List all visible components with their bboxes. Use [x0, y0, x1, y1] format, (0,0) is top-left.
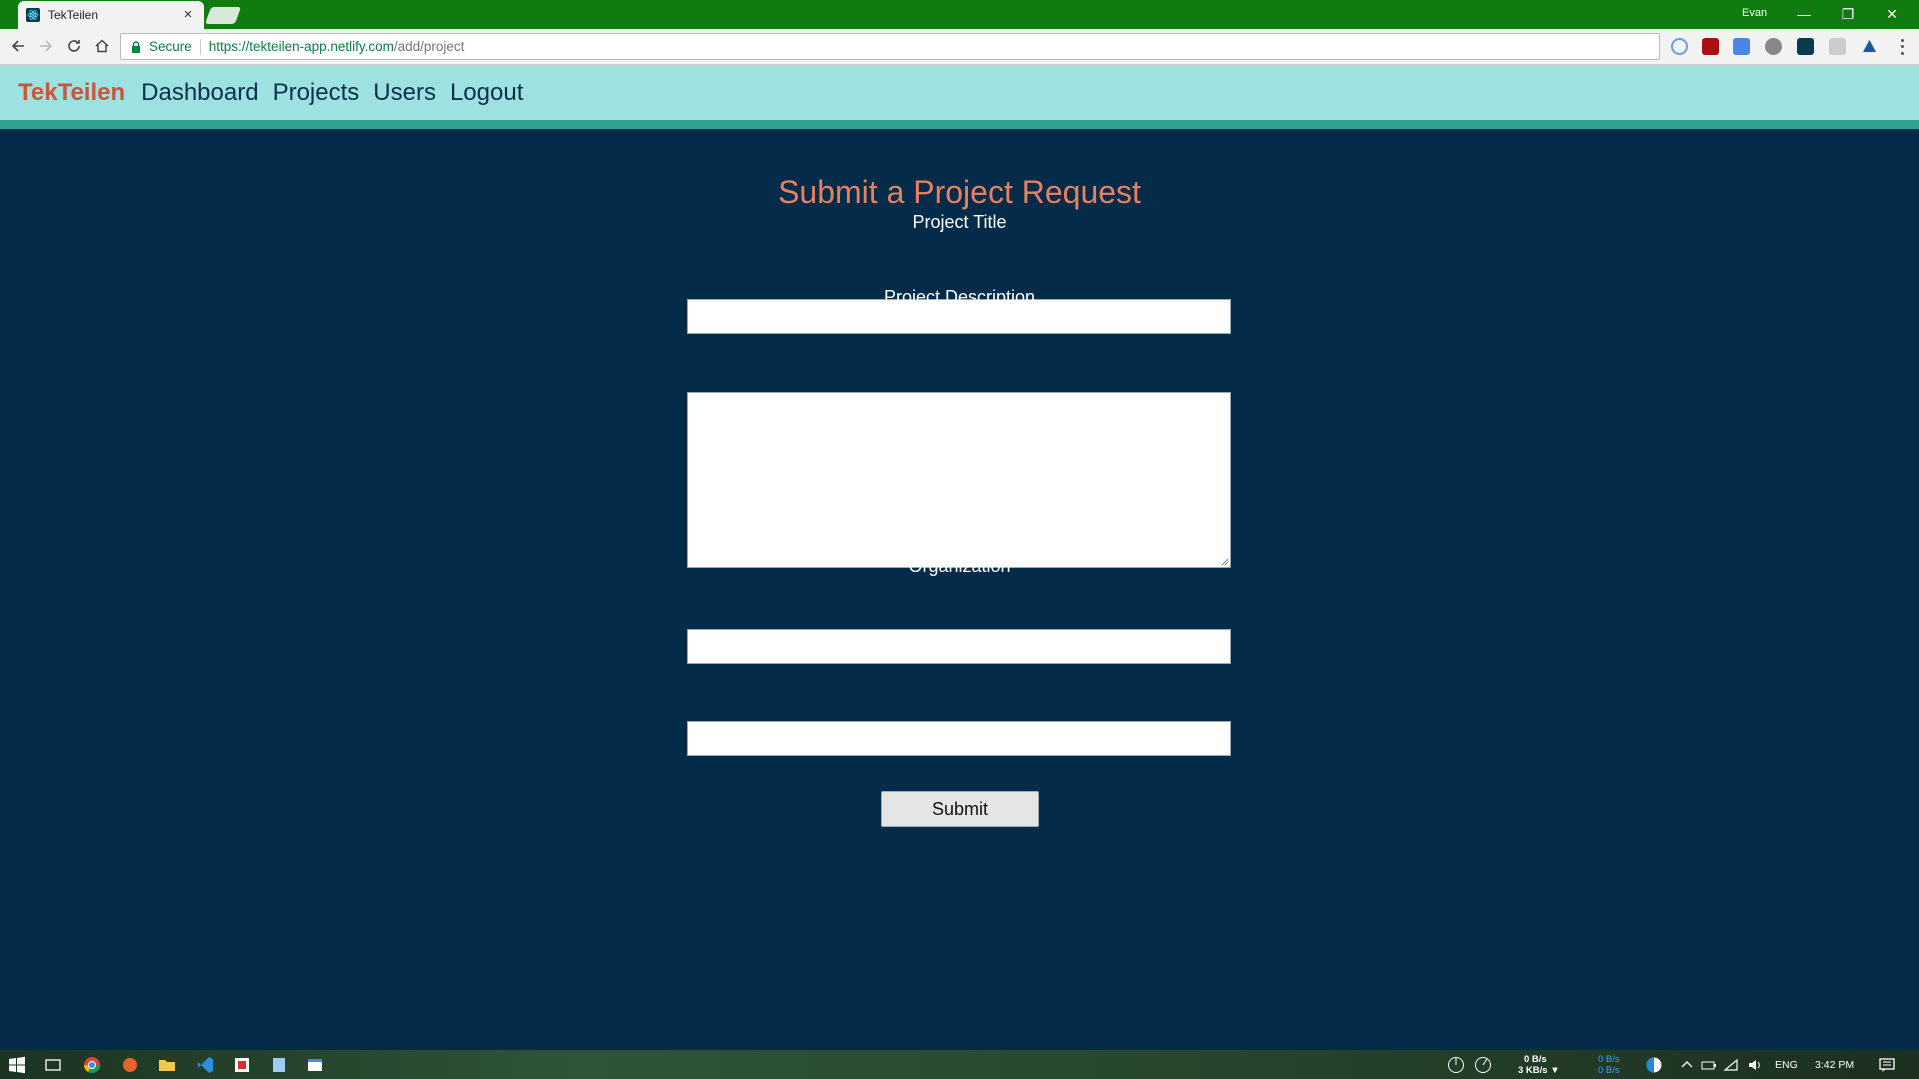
extension-triangle-icon[interactable]	[1861, 38, 1878, 55]
extension-grey-icon[interactable]	[1829, 38, 1846, 55]
address-bar[interactable]: Secure https://tekteilen-app.netlify.com…	[120, 33, 1660, 60]
profile-name[interactable]: Evan	[1742, 7, 1767, 19]
organization-label: Organization	[908, 556, 1011, 576]
paint-taskbar-icon[interactable]	[121, 1056, 139, 1074]
home-button[interactable]	[91, 35, 113, 57]
chrome-menu-icon[interactable]	[1895, 37, 1909, 57]
react-favicon-icon	[26, 8, 40, 22]
tab-title: TekTeilen	[48, 8, 99, 22]
action-center-icon[interactable]	[1878, 1056, 1896, 1074]
technologies-input[interactable]	[687, 629, 1231, 664]
url-path: /add/project	[393, 39, 465, 54]
react-devtools-icon[interactable]	[1797, 38, 1814, 55]
nav-link-users[interactable]: Users	[373, 79, 436, 107]
browser-tab[interactable]: TekTeilen ×	[18, 1, 204, 29]
tab-close-icon[interactable]: ×	[180, 7, 196, 23]
net2-upload-speed: 0 B/s	[1598, 1054, 1620, 1065]
chrome-taskbar-icon[interactable]	[83, 1056, 101, 1074]
net-upload-speed: 0 B/s	[1524, 1054, 1547, 1065]
wifi-icon[interactable]	[1723, 1056, 1741, 1074]
nav-link-dashboard[interactable]: Dashboard	[141, 79, 258, 107]
brand-logo[interactable]: TekTeilen	[18, 79, 125, 107]
memory-gauge-icon	[1474, 1056, 1492, 1074]
windows-taskbar: 0 B/s 3 KB/s ▼ 0 B/s 0 B/s ENG 3:42 PM	[0, 1050, 1919, 1079]
close-window-button[interactable]: ✕	[1870, 2, 1914, 26]
translate-icon[interactable]	[1733, 38, 1750, 55]
show-hidden-icons-icon[interactable]	[1678, 1056, 1696, 1074]
back-arrow-icon	[11, 40, 24, 52]
app-taskbar-icon[interactable]	[233, 1056, 251, 1074]
home-icon	[95, 39, 109, 53]
lock-icon	[132, 40, 140, 53]
volume-icon[interactable]	[1746, 1056, 1764, 1074]
extension-cat-icon[interactable]	[1765, 38, 1782, 55]
nav-link-logout[interactable]: Logout	[450, 79, 523, 107]
submit-button[interactable]: Submit	[881, 791, 1039, 827]
clock[interactable]: 3:42 PM	[1815, 1059, 1854, 1071]
file-explorer-icon[interactable]	[158, 1056, 176, 1074]
url-host: https://tekteilen-app.netlify.com	[208, 39, 394, 54]
navbar-border	[0, 120, 1919, 129]
new-tab-button[interactable]	[204, 7, 242, 24]
restore-button[interactable]: ❐	[1826, 2, 1870, 26]
language-indicator[interactable]: ENG	[1775, 1059, 1798, 1071]
extension-globe-icon[interactable]	[1671, 38, 1688, 55]
minimize-button[interactable]: —	[1782, 2, 1826, 26]
page-title: Submit a Project Request	[778, 174, 1141, 210]
battery-gauge-icon	[1645, 1056, 1663, 1074]
forward-arrow-icon	[40, 40, 53, 52]
net-download-speed: 3 KB/s ▼	[1518, 1065, 1560, 1076]
task-view-icon[interactable]	[44, 1056, 62, 1074]
technologies-label: Technologies Needed (Comma Separated Val…	[759, 480, 1160, 500]
forward-button[interactable]	[35, 35, 57, 57]
battery-icon[interactable]	[1700, 1056, 1718, 1074]
ublock-shield-icon[interactable]	[1702, 38, 1719, 55]
vscode-taskbar-icon[interactable]	[196, 1056, 214, 1074]
project-request-page: Submit a Project Request Project Title P…	[0, 129, 1919, 1050]
notepad-taskbar-icon[interactable]	[270, 1056, 288, 1074]
cpu-gauge-icon	[1447, 1056, 1465, 1074]
windows-start-icon[interactable]	[8, 1056, 26, 1074]
organization-input[interactable]	[687, 721, 1231, 756]
project-description-label: Project Description	[883, 287, 1036, 307]
omnibox-separator	[199, 38, 201, 55]
reload-icon	[68, 40, 80, 52]
window-taskbar-icon[interactable]	[306, 1056, 324, 1074]
project-title-label: Project Title	[912, 212, 1007, 232]
secure-label: Secure	[149, 39, 192, 54]
browser-toolbar: Secure https://tekteilen-app.netlify.com…	[0, 29, 1919, 65]
nav-link-projects[interactable]: Projects	[273, 79, 360, 107]
browser-titlebar: TekTeilen × Evan — ❐ ✕	[0, 0, 1919, 29]
reload-button[interactable]	[63, 35, 85, 57]
back-button[interactable]	[7, 35, 29, 57]
app-navbar: TekTeilen Dashboard Projects Users Logou…	[0, 65, 1919, 120]
net2-download-speed: 0 B/s	[1598, 1065, 1620, 1076]
